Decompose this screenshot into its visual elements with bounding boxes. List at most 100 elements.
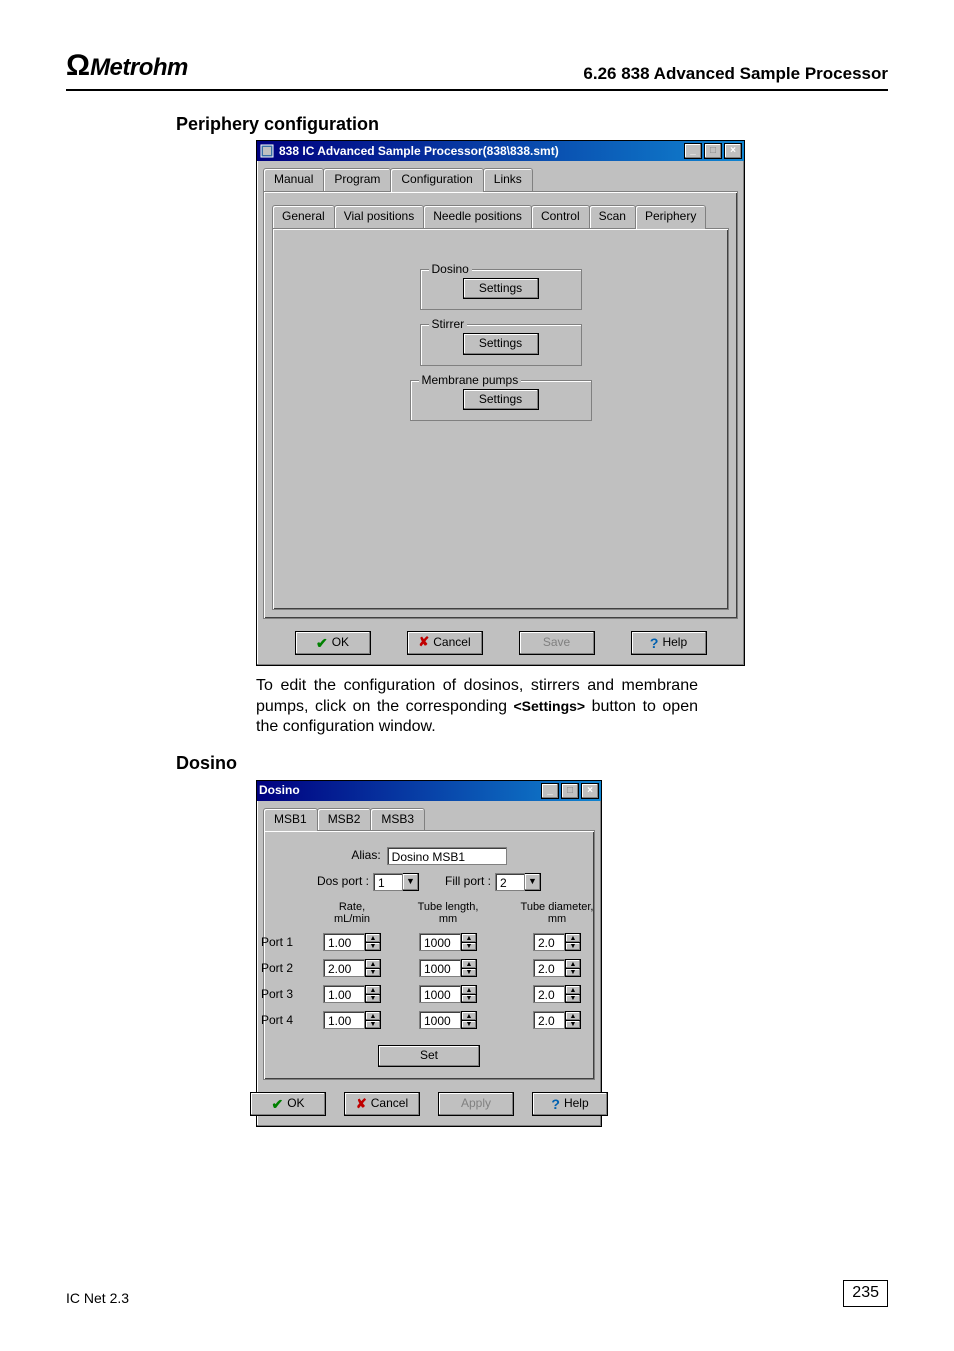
- alias-input[interactable]: Dosino MSB1: [387, 847, 507, 865]
- spin-up-icon[interactable]: ▲: [565, 959, 581, 969]
- spin-down-icon[interactable]: ▼: [365, 995, 381, 1004]
- spin-down-icon[interactable]: ▼: [565, 1021, 581, 1030]
- spin-down-icon[interactable]: ▼: [365, 1021, 381, 1030]
- chevron-down-icon[interactable]: ▼: [525, 873, 541, 891]
- spin-down-icon[interactable]: ▼: [461, 1021, 477, 1030]
- port3-rate-value[interactable]: 1.00: [323, 985, 365, 1003]
- port1-rate[interactable]: 1.00▲▼: [312, 933, 392, 951]
- port4-tubedia-value[interactable]: 2.0: [533, 1011, 565, 1029]
- set-button[interactable]: Set: [378, 1045, 480, 1067]
- spin-up-icon[interactable]: ▲: [365, 959, 381, 969]
- port2-rate-value[interactable]: 2.00: [323, 959, 365, 977]
- spin-up-icon[interactable]: ▲: [565, 1011, 581, 1021]
- close-button[interactable]: ×: [724, 143, 742, 159]
- dosino-close-button[interactable]: ×: [581, 783, 599, 799]
- port1-tubedia-value[interactable]: 2.0: [533, 933, 565, 951]
- page-number: 235: [843, 1280, 888, 1307]
- tab-manual[interactable]: Manual: [263, 168, 324, 191]
- tab-program[interactable]: Program: [323, 168, 391, 191]
- dosino-button-row: ✔OK ✘Cancel Apply ?Help: [257, 1086, 601, 1126]
- spin-down-icon[interactable]: ▼: [565, 943, 581, 952]
- spin-down-icon[interactable]: ▼: [461, 969, 477, 978]
- stirrer-settings-button[interactable]: Settings: [463, 333, 539, 355]
- spin-up-icon[interactable]: ▲: [461, 1011, 477, 1021]
- membrane-settings-button[interactable]: Settings: [463, 389, 539, 411]
- dosino-apply-button[interactable]: Apply: [438, 1092, 514, 1116]
- port1-tubelen[interactable]: 1000▲▼: [398, 933, 498, 951]
- tab-msb2[interactable]: MSB2: [317, 808, 372, 831]
- port2-rate[interactable]: 2.00▲▼: [312, 959, 392, 977]
- port4-rate-value[interactable]: 1.00: [323, 1011, 365, 1029]
- fillport-combo[interactable]: 2 ▼: [495, 873, 541, 891]
- port3-label: Port 3: [248, 987, 306, 1003]
- cancel-label: Cancel: [371, 1096, 408, 1112]
- dosino-group: Dosino Settings: [420, 269, 582, 311]
- dosino-panel: Alias: Dosino MSB1 Dos port : 1 ▼ Fill p…: [263, 830, 595, 1080]
- dosport-value[interactable]: 1: [373, 873, 403, 891]
- periphery-ok-button[interactable]: ✔OK: [295, 631, 371, 655]
- periphery-title-text: 838 IC Advanced Sample Processor(838\838…: [279, 144, 559, 160]
- port4-tubelen-value[interactable]: 1000: [419, 1011, 461, 1029]
- port2-tubelen-value[interactable]: 1000: [419, 959, 461, 977]
- spin-up-icon[interactable]: ▲: [461, 985, 477, 995]
- spin-up-icon[interactable]: ▲: [365, 1011, 381, 1021]
- stirrer-group: Stirrer Settings: [420, 324, 582, 366]
- port3-tubedia-value[interactable]: 2.0: [533, 985, 565, 1003]
- tab-vial-positions[interactable]: Vial positions: [334, 205, 425, 228]
- periphery-help-button[interactable]: ?Help: [631, 631, 707, 655]
- dosport-combo[interactable]: 1 ▼: [373, 873, 419, 891]
- spin-up-icon[interactable]: ▲: [565, 985, 581, 995]
- spin-up-icon[interactable]: ▲: [461, 959, 477, 969]
- port4-rate[interactable]: 1.00▲▼: [312, 1011, 392, 1029]
- spin-down-icon[interactable]: ▼: [365, 969, 381, 978]
- periphery-save-button[interactable]: Save: [519, 631, 595, 655]
- port1-tubelen-value[interactable]: 1000: [419, 933, 461, 951]
- tab-needle-positions[interactable]: Needle positions: [423, 205, 532, 228]
- spin-down-icon[interactable]: ▼: [461, 995, 477, 1004]
- port3-tubelen[interactable]: 1000▲▼: [398, 985, 498, 1003]
- tab-general[interactable]: General: [272, 205, 335, 228]
- brand-logo: Ω Metrohm: [66, 46, 188, 85]
- tab-configuration[interactable]: Configuration: [390, 168, 483, 192]
- port1-rate-value[interactable]: 1.00: [323, 933, 365, 951]
- tab-scan[interactable]: Scan: [589, 205, 636, 228]
- fillport-value[interactable]: 2: [495, 873, 525, 891]
- maximize-button[interactable]: □: [704, 143, 722, 159]
- port2-tubedia[interactable]: 2.0▲▼: [504, 959, 610, 977]
- port3-tubelen-value[interactable]: 1000: [419, 985, 461, 1003]
- spin-up-icon[interactable]: ▲: [461, 933, 477, 943]
- spin-down-icon[interactable]: ▼: [461, 943, 477, 952]
- spin-up-icon[interactable]: ▲: [365, 933, 381, 943]
- dosino-minimize-button[interactable]: _: [541, 783, 559, 799]
- product-name: IC Net 2.3: [66, 1289, 129, 1307]
- dosino-help-button[interactable]: ?Help: [532, 1092, 608, 1116]
- spin-up-icon[interactable]: ▲: [365, 985, 381, 995]
- spin-down-icon[interactable]: ▼: [565, 969, 581, 978]
- tab-msb1[interactable]: MSB1: [263, 808, 318, 832]
- port2-tubelen[interactable]: 1000▲▼: [398, 959, 498, 977]
- minimize-button[interactable]: _: [684, 143, 702, 159]
- port4-tubedia[interactable]: 2.0▲▼: [504, 1011, 610, 1029]
- port3-rate[interactable]: 1.00▲▼: [312, 985, 392, 1003]
- spin-down-icon[interactable]: ▼: [565, 995, 581, 1004]
- dosino-settings-button[interactable]: Settings: [463, 278, 539, 300]
- tab-control[interactable]: Control: [531, 205, 590, 228]
- spin-up-icon[interactable]: ▲: [565, 933, 581, 943]
- port4-tubelen[interactable]: 1000▲▼: [398, 1011, 498, 1029]
- para-bold: <Settings>: [514, 698, 586, 714]
- dosino-cancel-button[interactable]: ✘Cancel: [344, 1092, 420, 1116]
- dosino-table: Rate,mL/min Tube length,mm Tube diameter…: [272, 901, 586, 1029]
- port3-tubedia[interactable]: 2.0▲▼: [504, 985, 610, 1003]
- port1-tubedia[interactable]: 2.0▲▼: [504, 933, 610, 951]
- chevron-down-icon[interactable]: ▼: [403, 873, 419, 891]
- tab-msb3[interactable]: MSB3: [370, 808, 425, 831]
- port2-tubedia-value[interactable]: 2.0: [533, 959, 565, 977]
- periphery-cancel-button[interactable]: ✘Cancel: [407, 631, 483, 655]
- spin-down-icon[interactable]: ▼: [365, 943, 381, 952]
- dosino-ok-button[interactable]: ✔OK: [250, 1092, 326, 1116]
- brand-text: Metrohm: [90, 52, 188, 83]
- dosino-maximize-button[interactable]: □: [561, 783, 579, 799]
- col-rate: Rate,mL/min: [312, 901, 392, 925]
- tab-links[interactable]: Links: [483, 168, 533, 191]
- tab-periphery[interactable]: Periphery: [635, 205, 706, 229]
